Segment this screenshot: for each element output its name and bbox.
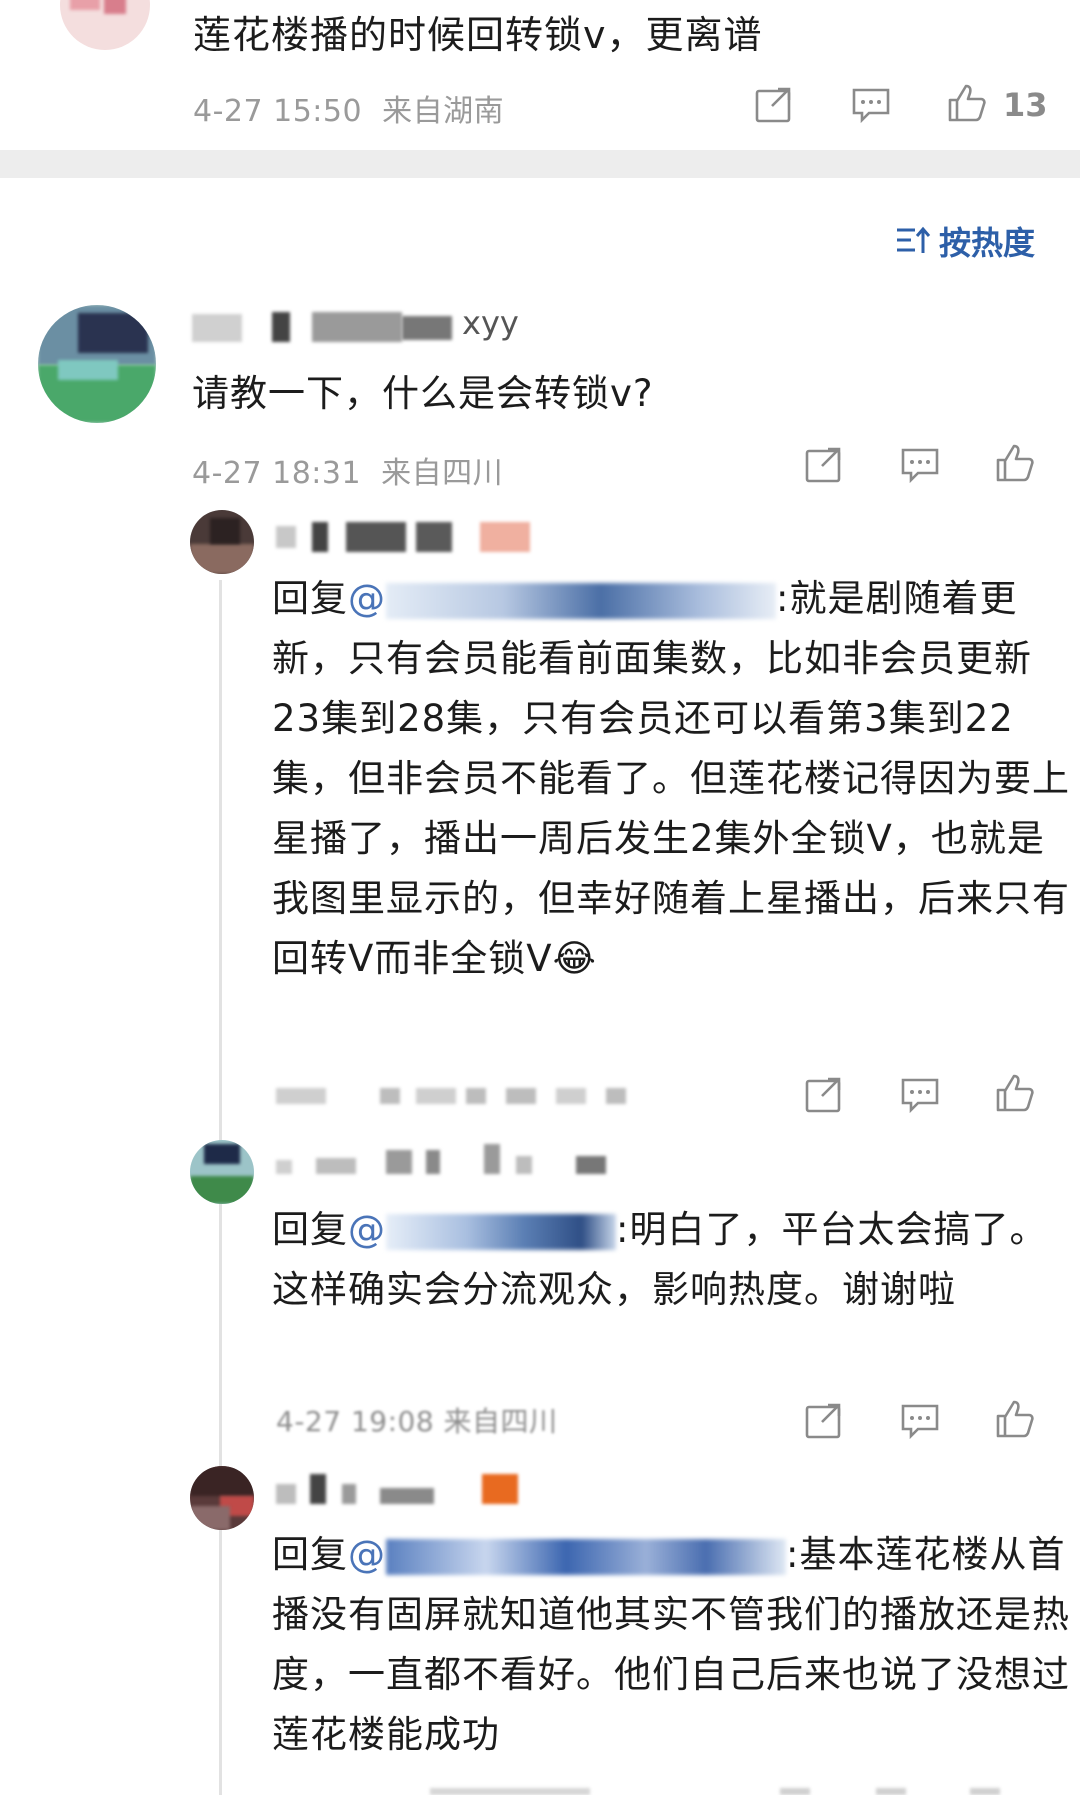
share-icon[interactable]: [804, 1076, 844, 1114]
share-icon[interactable]: [804, 1402, 844, 1440]
action-row-partial: [780, 1786, 1030, 1795]
reply-prefix: 回复: [272, 1208, 348, 1251]
comment-text: 莲花楼播的时候回转锁v，更离谱: [193, 13, 763, 57]
like-icon[interactable]: [994, 1398, 1036, 1440]
reply-prefix: 回复: [272, 577, 348, 620]
avatar[interactable]: [190, 510, 254, 574]
mention-link[interactable]: @: [348, 577, 776, 620]
laughing-emoji-icon: 😂: [552, 937, 597, 980]
comment-icon[interactable]: [900, 446, 940, 484]
avatar[interactable]: [60, 0, 150, 50]
comment-meta: 4-27 15:50 来自湖南: [193, 86, 504, 130]
username[interactable]: [276, 1470, 556, 1508]
comment-text: 请教一下，什么是会转锁v?: [192, 372, 654, 415]
reply-body: :就是剧随着更新，只有会员能看前面集数，比如非会员更新23集到28集，只有会员还…: [272, 577, 1070, 980]
avatar[interactable]: [38, 305, 156, 423]
sort-icon: [895, 226, 931, 256]
comment-location: 来自四川: [381, 456, 504, 491]
reply-prefix: 回复: [272, 1533, 348, 1576]
reply-meta: 4-27 19:08 来自四川: [276, 1405, 558, 1438]
sort-label: 按热度: [939, 224, 1036, 262]
like-icon[interactable]: [994, 442, 1036, 484]
reply-text: 回复@:基本莲花楼从首播没有固屏就知道他其实不管我们的播放还是热度，一直都不看好…: [272, 1525, 1072, 1765]
section-divider: [0, 150, 1080, 178]
mention-link[interactable]: @: [348, 1208, 616, 1251]
comment-time: 4-27 15:50: [193, 94, 363, 129]
comment-location: 来自湖南: [382, 94, 505, 129]
avatar[interactable]: [190, 1140, 254, 1204]
comment-icon[interactable]: [851, 86, 891, 124]
reply-meta: [430, 1786, 590, 1795]
comment-meta: 4-27 18:31 来自四川: [192, 448, 503, 492]
sort-control[interactable]: 按热度: [895, 218, 1035, 264]
share-icon[interactable]: [754, 86, 794, 124]
reply-text: 回复@:就是剧随着更新，只有会员能看前面集数，比如非会员更新23集到28集，只有…: [272, 569, 1072, 989]
like-icon[interactable]: [994, 1072, 1036, 1114]
username[interactable]: [276, 1140, 616, 1178]
like-count: 13: [1003, 86, 1048, 124]
username[interactable]: xyy: [192, 304, 532, 348]
share-icon[interactable]: [804, 446, 844, 484]
comment-icon[interactable]: [900, 1076, 940, 1114]
username[interactable]: [276, 518, 556, 556]
reply-text: 回复@:明白了，平台太会搞了。这样确实会分流观众，影响热度。谢谢啦: [272, 1200, 1072, 1320]
avatar[interactable]: [190, 1466, 254, 1530]
mention-link[interactable]: @: [348, 1533, 786, 1576]
reply-meta: [276, 1082, 636, 1110]
comment-icon[interactable]: [900, 1402, 940, 1440]
comment-time: 4-27 18:31: [192, 456, 362, 491]
like-icon[interactable]: [946, 82, 988, 124]
